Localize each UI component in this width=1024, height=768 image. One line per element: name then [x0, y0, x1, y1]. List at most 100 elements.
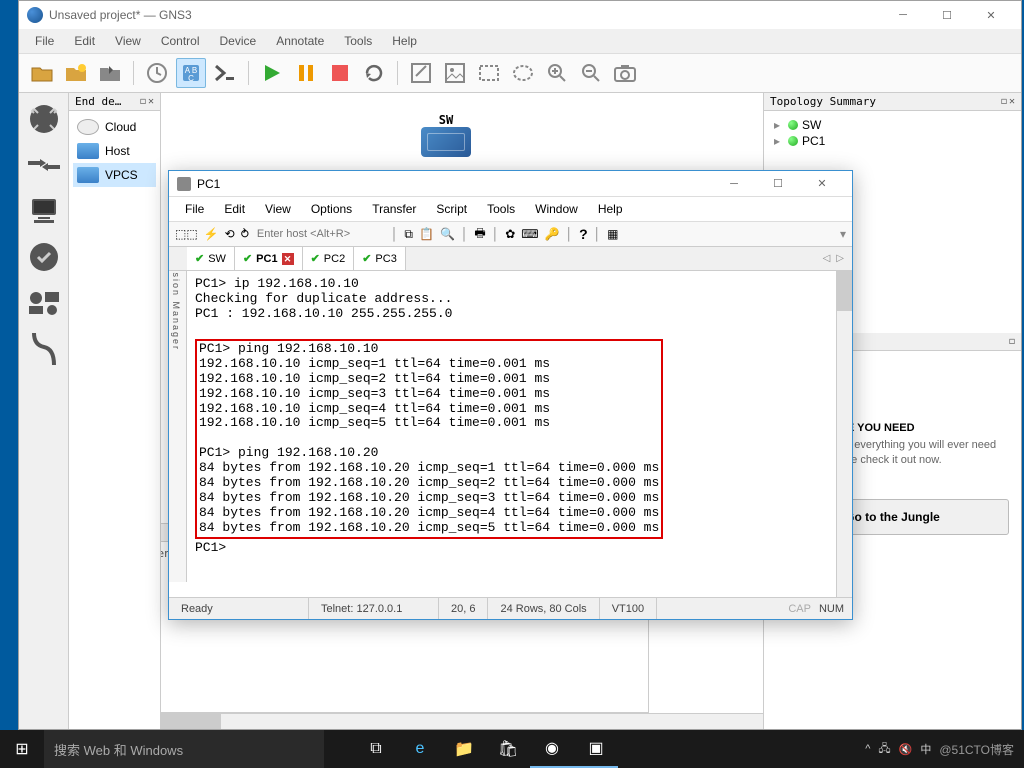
console-all-icon[interactable] [210, 58, 240, 88]
terminal-vertical-scrollbar[interactable] [836, 271, 852, 597]
start-all-icon[interactable] [257, 58, 287, 88]
switches-category-icon[interactable] [26, 147, 62, 183]
panel-undock-icon[interactable]: ◻ [140, 96, 146, 107]
edge-icon[interactable]: e [398, 730, 442, 768]
tab-pc3[interactable]: ✔PC3 [354, 247, 406, 270]
quick-connect-icon[interactable]: ⬚⬚ [175, 227, 198, 241]
tab-scroll-left-icon[interactable]: ◁ [823, 253, 831, 264]
security-category-icon[interactable] [26, 239, 62, 275]
start-button[interactable]: ⊞ [0, 730, 44, 768]
menu-device[interactable]: Device [210, 30, 267, 52]
expand-icon[interactable]: ▸ [774, 134, 784, 148]
annotate-icon[interactable] [406, 58, 436, 88]
close-button[interactable]: ✕ [969, 1, 1013, 29]
session-manager-tab[interactable]: Session Manager [169, 247, 187, 582]
panel-close-icon[interactable]: ✕ [148, 96, 154, 107]
add-link-icon[interactable] [26, 331, 62, 367]
pause-all-icon[interactable] [291, 58, 321, 88]
menu-help[interactable]: Help [382, 30, 427, 52]
stop-all-icon[interactable] [325, 58, 355, 88]
reconnect-icon[interactable]: ⚡ [204, 227, 219, 241]
copy-icon[interactable]: ⧉ [404, 227, 413, 242]
menu-annotate[interactable]: Annotate [266, 30, 334, 52]
volume-tray-icon[interactable]: 🔇 [899, 743, 913, 756]
show-labels-icon[interactable]: A BC [176, 58, 206, 88]
ime-tray-icon[interactable]: 中 [920, 741, 931, 757]
maximize-button[interactable]: ☐ [756, 170, 800, 198]
close-tab-icon[interactable]: ✕ [282, 253, 294, 265]
menu-window[interactable]: Window [525, 198, 588, 220]
menu-view[interactable]: View [105, 30, 151, 52]
panel-close-icon[interactable]: ✕ [1009, 96, 1015, 107]
taskbar-search[interactable]: 搜索 Web 和 Windows [44, 730, 324, 768]
reconnect-all-icon[interactable]: ⥁ [241, 227, 249, 241]
menu-file[interactable]: File [175, 198, 214, 220]
tray-expand-icon[interactable]: ^ [865, 743, 870, 755]
tab-pc2[interactable]: ✔PC2 [303, 247, 355, 270]
keyboard-icon[interactable]: ⌨ [521, 227, 538, 241]
menu-tools[interactable]: Tools [477, 198, 525, 220]
rectangle-icon[interactable] [474, 58, 504, 88]
toolbar-overflow-icon[interactable]: ▾ [840, 227, 846, 241]
key-icon[interactable]: 🔑 [545, 227, 560, 241]
menu-options[interactable]: Options [301, 198, 362, 220]
maximize-button[interactable]: ☐ [925, 1, 969, 29]
reload-all-icon[interactable] [359, 58, 389, 88]
bookmark-icon[interactable]: ▦ [607, 227, 618, 241]
gns3-titlebar[interactable]: Unsaved project* — GNS3 ─ ☐ ✕ [19, 1, 1021, 29]
topology-item-sw[interactable]: ▸SW [774, 117, 1011, 133]
menu-edit[interactable]: Edit [64, 30, 105, 52]
menu-file[interactable]: File [25, 30, 64, 52]
minimize-button[interactable]: ─ [712, 170, 756, 198]
terminal-task-icon[interactable]: ▣ [574, 730, 618, 768]
zoom-out-icon[interactable] [576, 58, 606, 88]
gns3-task-icon[interactable]: ◉ [530, 730, 574, 768]
device-item-host[interactable]: Host [73, 139, 156, 163]
task-view-icon[interactable]: ⧉ [354, 730, 398, 768]
minimize-button[interactable]: ─ [881, 1, 925, 29]
device-item-vpcs[interactable]: VPCS [73, 163, 156, 187]
expand-icon[interactable]: ▸ [774, 118, 784, 132]
menu-control[interactable]: Control [151, 30, 210, 52]
image-icon[interactable] [440, 58, 470, 88]
panel-undock-icon[interactable]: ◻ [1009, 336, 1015, 347]
end-devices-category-icon[interactable] [26, 193, 62, 229]
print-icon[interactable]: 🖶 [474, 224, 485, 245]
screenshot-icon[interactable] [610, 58, 640, 88]
explorer-icon[interactable]: 📁 [442, 730, 486, 768]
ellipse-icon[interactable] [508, 58, 538, 88]
menu-view[interactable]: View [255, 198, 301, 220]
network-tray-icon[interactable]: 🖧 [878, 740, 890, 759]
tab-scroll-right-icon[interactable]: ▷ [836, 253, 844, 264]
paste-icon[interactable]: 📋 [419, 227, 434, 241]
topology-item-pc1[interactable]: ▸PC1 [774, 133, 1011, 149]
tab-pc1[interactable]: ✔PC1✕ [235, 247, 303, 270]
tab-sw[interactable]: ✔SW [187, 247, 235, 270]
help-icon[interactable]: ? [579, 226, 588, 242]
snapshot-icon[interactable] [142, 58, 172, 88]
terminal-titlebar[interactable]: PC1 ─ ☐ ✕ [169, 171, 852, 197]
settings-icon[interactable]: ✿ [505, 227, 515, 241]
find-icon[interactable]: 🔍 [440, 227, 455, 241]
disconnect-icon[interactable]: ⟲ [225, 227, 235, 241]
all-devices-category-icon[interactable] [26, 285, 62, 321]
menu-help[interactable]: Help [588, 198, 633, 220]
routers-category-icon[interactable] [26, 101, 62, 137]
terminal-output[interactable]: PC1> ip 192.168.10.10 Checking for dupli… [187, 271, 836, 597]
device-item-cloud[interactable]: Cloud [73, 115, 156, 139]
sw-node[interactable]: SW [421, 113, 471, 157]
close-button[interactable]: ✕ [800, 170, 844, 198]
zoom-in-icon[interactable] [542, 58, 572, 88]
open-project-icon[interactable] [27, 58, 57, 88]
new-project-icon[interactable] [61, 58, 91, 88]
host-input[interactable] [255, 226, 385, 242]
canvas-horizontal-scrollbar[interactable] [161, 713, 763, 729]
menu-transfer[interactable]: Transfer [362, 198, 426, 220]
save-project-icon[interactable] [95, 58, 125, 88]
system-tray[interactable]: ^ 🖧 🔇 中 @51CTO博客 [855, 740, 1024, 759]
store-icon[interactable]: 🛍 [486, 730, 530, 768]
panel-undock-icon[interactable]: ◻ [1001, 96, 1007, 107]
menu-script[interactable]: Script [426, 198, 477, 220]
menu-tools[interactable]: Tools [334, 30, 382, 52]
menu-edit[interactable]: Edit [214, 198, 255, 220]
